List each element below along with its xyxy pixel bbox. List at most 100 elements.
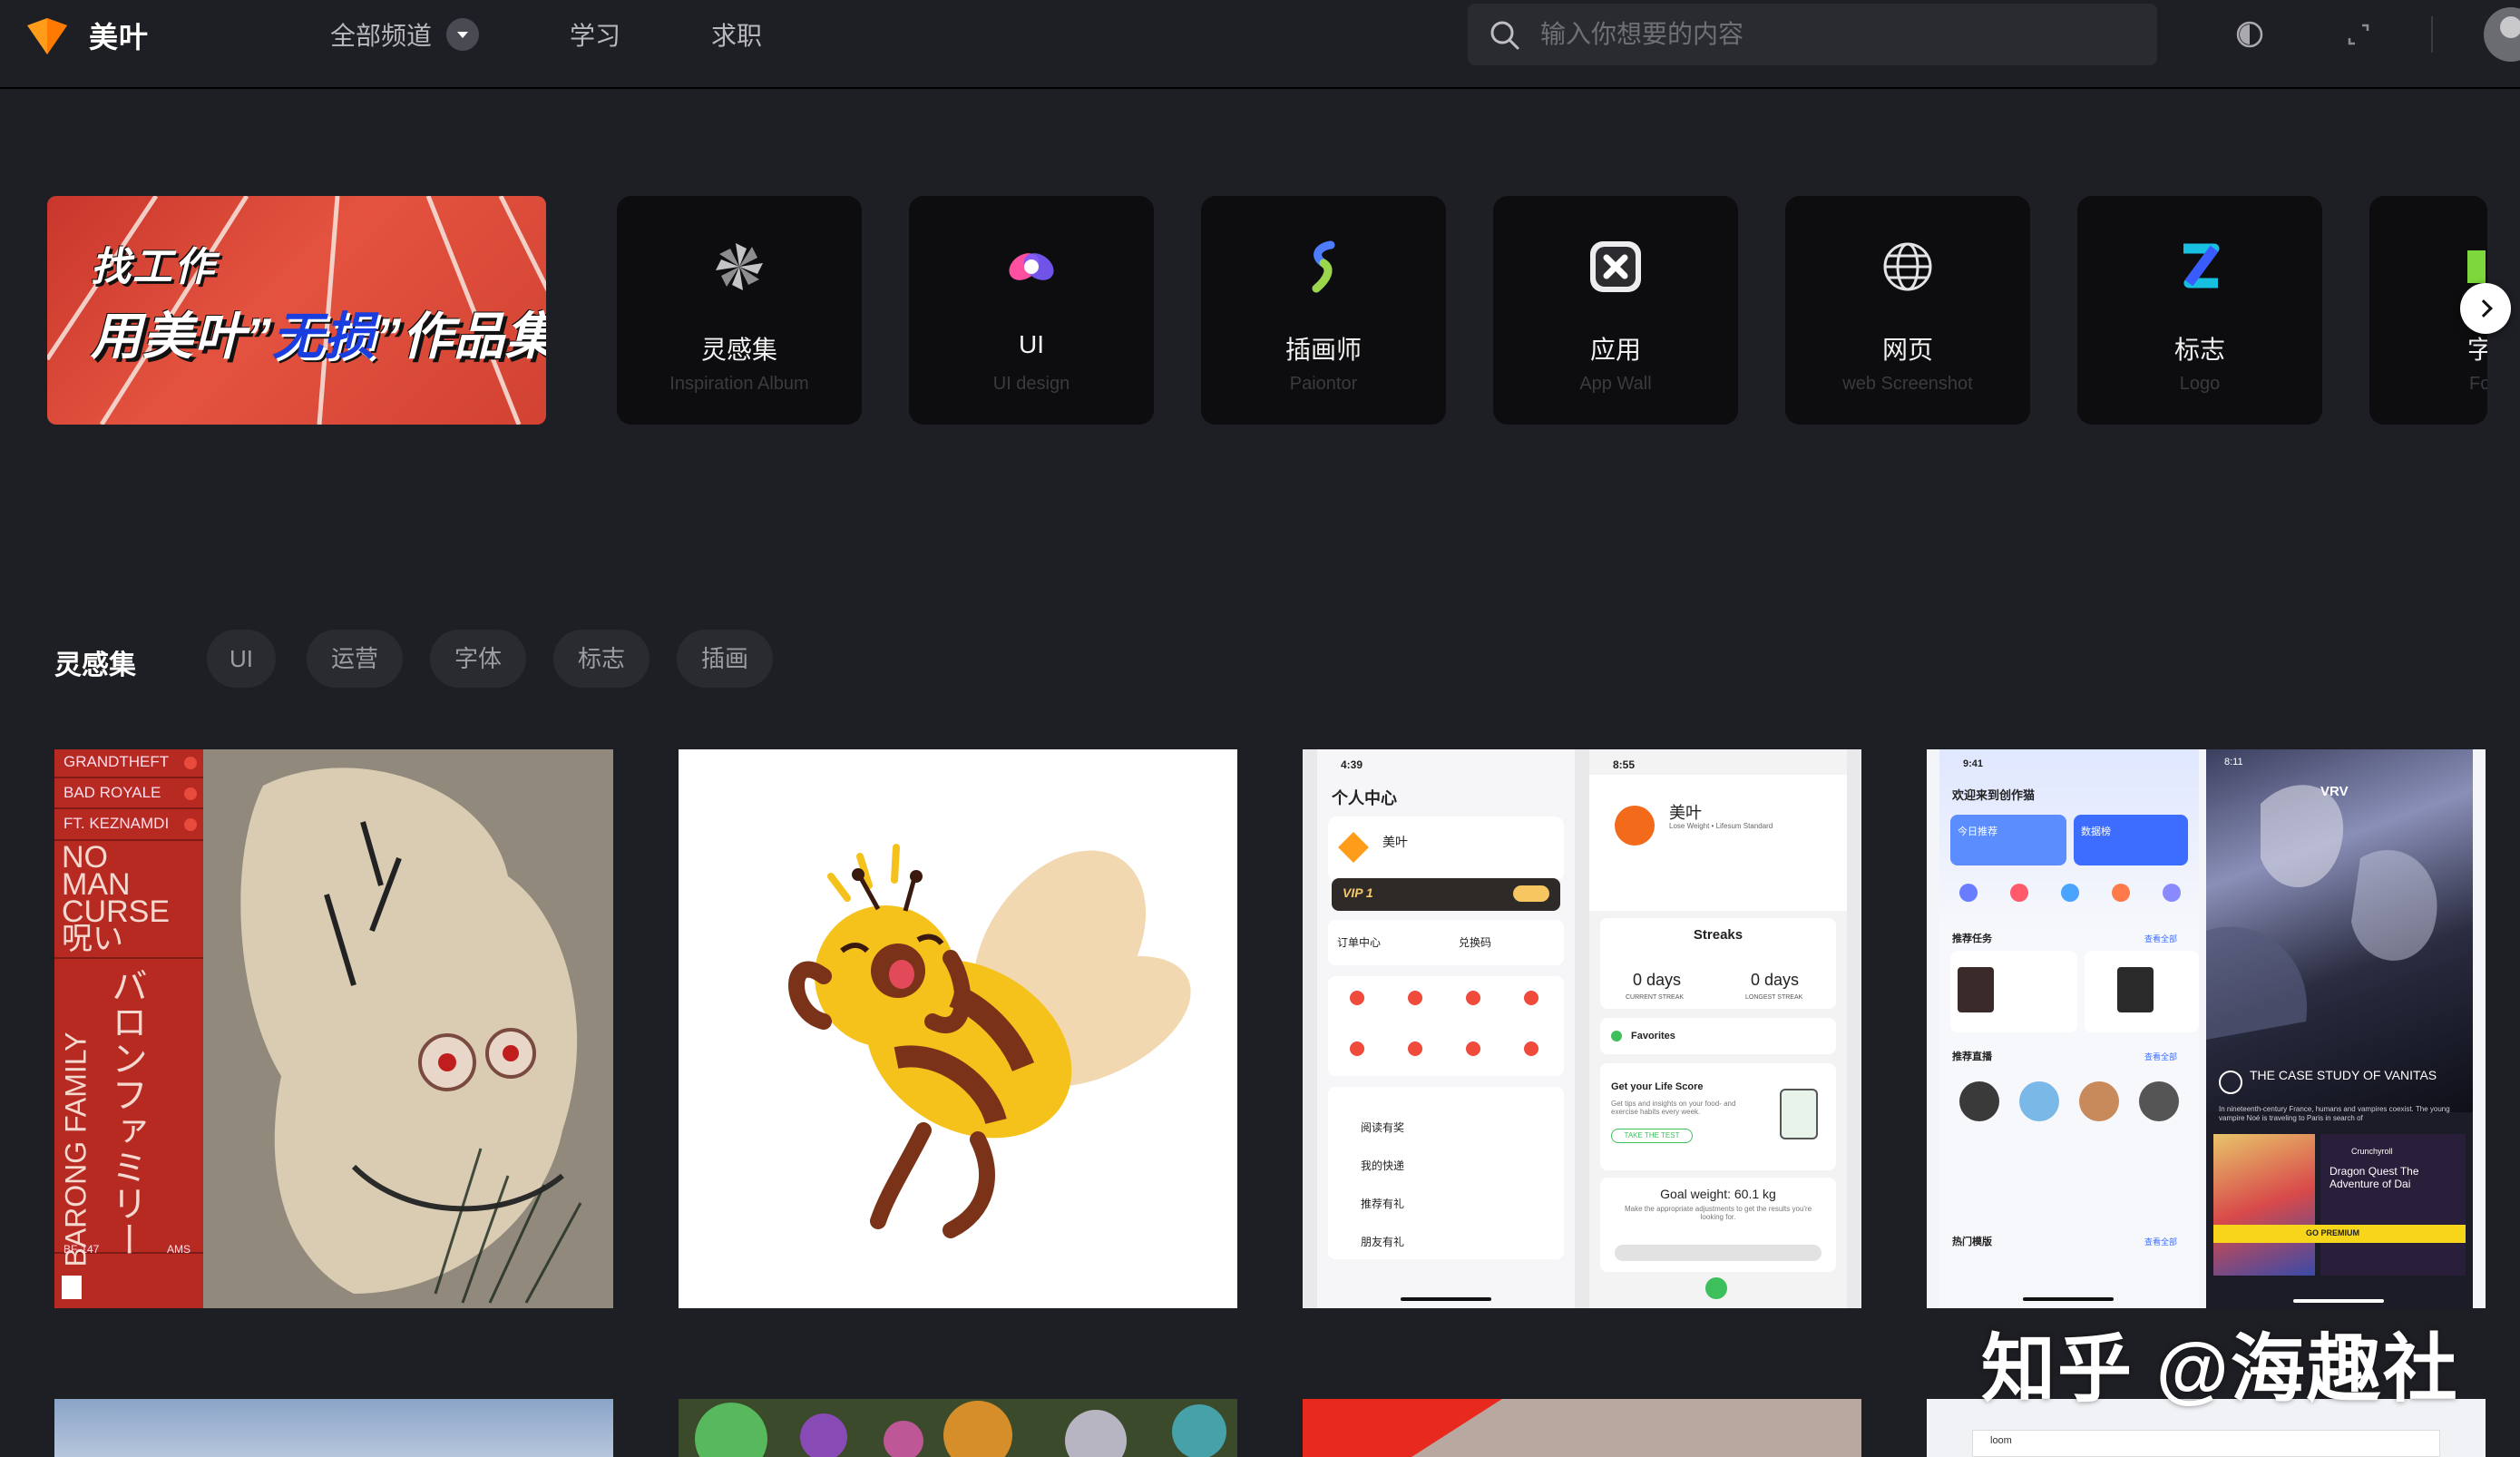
see-all-link: 查看全部 xyxy=(2144,1052,2178,1061)
theme-toggle-icon[interactable] xyxy=(2233,18,2266,51)
home-indicator xyxy=(2293,1299,2384,1303)
artwork-tile-red[interactable] xyxy=(1303,1399,1861,1457)
play-icon xyxy=(2219,1071,2242,1094)
promo-banner[interactable]: 找工作 用美叶”无损”作品集 xyxy=(47,196,546,425)
nav-learn[interactable]: 学习 xyxy=(570,16,620,53)
favorites-label: Favorites xyxy=(1631,1031,1675,1041)
banner-card xyxy=(2074,815,2188,865)
status-time: 8:55 xyxy=(1613,758,1636,771)
streaks-title: Streaks xyxy=(1693,927,1743,943)
bee-illustration xyxy=(788,844,1191,1238)
category-subtitle: Inspiration Album xyxy=(669,374,809,394)
home-indicator xyxy=(1401,1297,1491,1301)
chevron-down-icon[interactable] xyxy=(446,18,479,51)
hero-characters xyxy=(2206,785,2437,1040)
phone-screen-profile: 4:39 个人中心 美叶 VIP 1 订单中心 兑换码 阅读有奖 我的快递 推荐… xyxy=(1317,749,1575,1308)
live-avatars xyxy=(1959,1081,2179,1121)
divider xyxy=(2431,16,2433,53)
take-test-button: TAKE THE TEST xyxy=(1611,1129,1693,1143)
font-icon xyxy=(2467,250,2486,283)
banner-label: 数据榜 xyxy=(2081,826,2111,837)
provider-label: Crunchyroll xyxy=(2351,1147,2393,1156)
section-heading: 推荐直播 xyxy=(1952,1051,1992,1062)
category-title: 应用 xyxy=(1589,336,1641,364)
artwork-tile-bee[interactable] xyxy=(679,749,1237,1308)
poster-title: NO MAN CURSE 呪い xyxy=(62,840,171,956)
user-name: 美叶 xyxy=(1382,835,1408,849)
brand-logo: VRV xyxy=(2320,784,2349,799)
poster-catalog: BF-147 xyxy=(63,1243,100,1256)
score-desc: Get tips and insights on your food- and … xyxy=(1611,1100,1736,1116)
vip-label: VIP 1 xyxy=(1343,885,1373,900)
poster-side-text: BARONG FAMILY xyxy=(59,1032,93,1267)
longest-streak: 0 days xyxy=(1751,971,1800,989)
category-subtitle: UI design xyxy=(992,374,1070,394)
nav-all-channels[interactable]: 全部频道 xyxy=(330,16,432,53)
tag-illustration[interactable]: 插画 xyxy=(677,630,773,688)
category-title: 字 xyxy=(2467,336,2487,364)
logo-z-icon xyxy=(2183,243,2220,288)
tag-logo[interactable]: 标志 xyxy=(553,630,650,688)
bubble-art xyxy=(695,1401,1226,1457)
category-subtitle: Logo xyxy=(2179,374,2221,394)
task-thumb xyxy=(2117,967,2154,1012)
section-heading: 热门模版 xyxy=(1952,1237,1992,1247)
nav-jobs[interactable]: 求职 xyxy=(711,16,762,53)
tag-ui[interactable]: UI xyxy=(207,630,276,688)
add-button xyxy=(1705,1277,1727,1299)
artwork-tile-poster[interactable]: GRANDTHEFT BAD ROYALE FT. KEZNAMDI NO MA… xyxy=(54,749,613,1308)
icon-grid-dots xyxy=(1350,991,1538,1056)
goal-desc: Make the appropriate adjustments to get … xyxy=(1624,1205,1812,1221)
leaf-logo-icon[interactable] xyxy=(27,18,67,54)
status-time: 4:39 xyxy=(1341,758,1363,771)
search-input[interactable] xyxy=(1468,4,2157,65)
artwork-tile-sky[interactable] xyxy=(54,1399,613,1457)
category-title: 标志 xyxy=(2173,336,2225,364)
category-card-illustrator[interactable]: 插画师 Paiontor xyxy=(1201,196,1446,425)
phone-screen-streaks: 8:55 美叶 Lose Weight • Lifesum Standard S… xyxy=(1589,749,1847,1308)
poster-jp-text: バロンファミリー xyxy=(106,967,146,1257)
site-logo-text[interactable]: 美叶 xyxy=(89,15,149,56)
list-item: 推荐有礼 xyxy=(1361,1198,1405,1210)
poster-label: GRANDTHEFT xyxy=(63,753,170,770)
category-card-ui[interactable]: UI UI design xyxy=(909,196,1154,425)
artwork-tile-app-ui[interactable]: 4:39 个人中心 美叶 VIP 1 订单中心 兑换码 阅读有奖 我的快递 推荐… xyxy=(1303,749,1861,1308)
score-title: Get your Life Score xyxy=(1611,1081,1704,1092)
category-card-logo[interactable]: 标志 Logo xyxy=(2077,196,2322,425)
category-card-web[interactable]: 网页 web Screenshot xyxy=(1785,196,2030,425)
screen-title: 欢迎来到创作猫 xyxy=(1952,788,2036,802)
user-avatar[interactable] xyxy=(2484,7,2520,62)
pinwheel-icon xyxy=(716,243,763,290)
fullscreen-icon[interactable] xyxy=(2342,18,2375,51)
category-card-inspiration[interactable]: 灵感集 Inspiration Album xyxy=(617,196,862,425)
watermark-text: 知乎 @海趣社 xyxy=(1981,1328,2459,1411)
category-card-app[interactable]: 应用 App Wall xyxy=(1493,196,1738,425)
poster-label: FT. KEZNAMDI xyxy=(63,815,170,832)
poster-thumb xyxy=(2213,1134,2315,1276)
artwork-tile-app-screens[interactable]: 9:41 欢迎来到创作猫 今日推荐 数据榜 推荐任务 查看全部 推荐直播 查看全… xyxy=(1927,749,2486,1308)
vip-badge xyxy=(1513,885,1549,902)
brush-icon xyxy=(1312,240,1335,293)
see-all-link: 查看全部 xyxy=(2144,934,2178,944)
heart-icon xyxy=(1611,1031,1622,1041)
current-streak: 0 days xyxy=(1633,971,1682,989)
profile-plan: Lose Weight • Lifesum Standard xyxy=(1669,822,1773,830)
red-shape xyxy=(1303,1399,1502,1457)
carousel-next-button[interactable] xyxy=(2460,283,2511,334)
top-bar: 美叶 全部频道 学习 求职 xyxy=(0,0,2520,89)
list-item: 我的快递 xyxy=(1361,1159,1405,1172)
category-title: UI xyxy=(1019,330,1044,358)
artwork-tile-bubbles[interactable] xyxy=(679,1399,1237,1457)
profile-name: 美叶 xyxy=(1669,804,1702,822)
banner-label: 今日推荐 xyxy=(1958,826,1997,837)
avatar xyxy=(1615,806,1655,846)
loom-logo-text: loom xyxy=(1990,1435,2012,1446)
tag-operations[interactable]: 运营 xyxy=(307,630,403,688)
category-subtitle: Paiontor xyxy=(1289,374,1358,394)
scale-icon xyxy=(1780,1089,1818,1139)
home-indicator xyxy=(2023,1297,2114,1301)
status-time: 8:11 xyxy=(2224,757,2243,768)
globe-icon xyxy=(1883,242,1932,291)
tag-typography[interactable]: 字体 xyxy=(430,630,526,688)
list-item: 朋友有礼 xyxy=(1361,1236,1405,1248)
